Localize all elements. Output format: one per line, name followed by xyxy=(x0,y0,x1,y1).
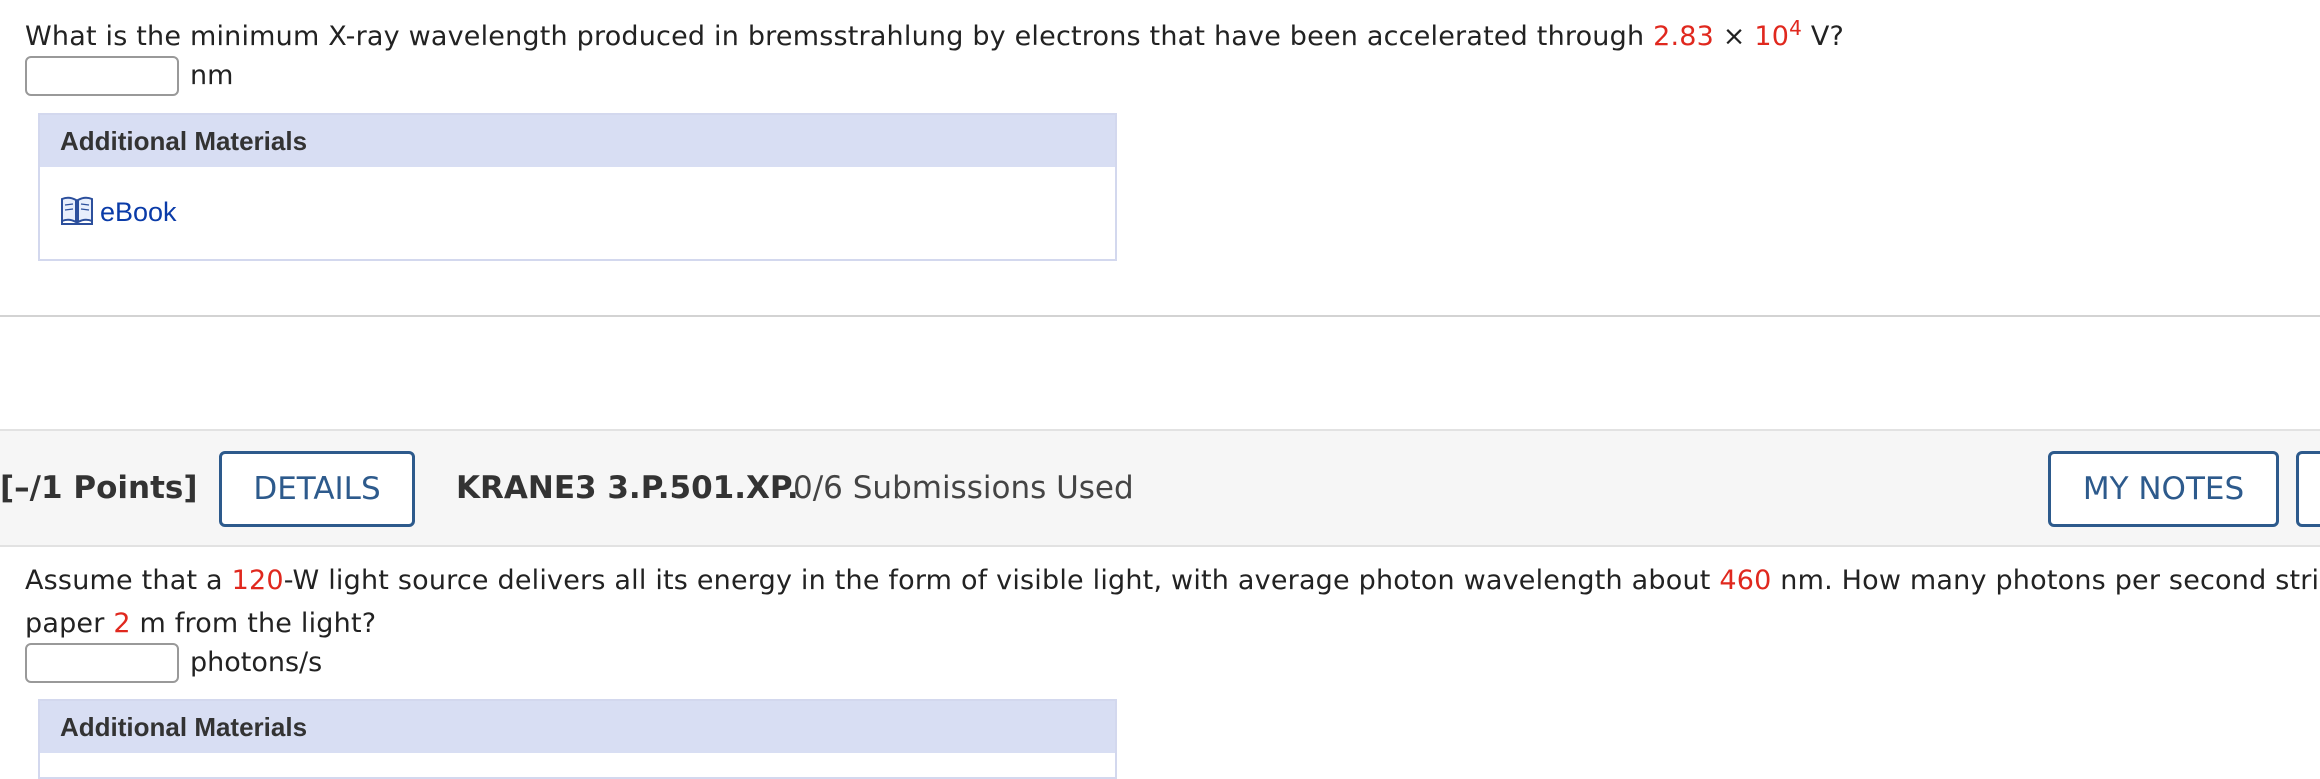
details-button[interactable]: DETAILS xyxy=(219,451,415,527)
additional-materials-panel-2: Additional Materials xyxy=(38,699,1117,779)
photon-wavelength-value: 460 xyxy=(1719,565,1772,596)
wavelength-unit: nm xyxy=(190,60,234,91)
voltage-base: 10 xyxy=(1754,21,1790,52)
question-2-text-line2: paper 2 m from the light? xyxy=(25,608,377,639)
question-2-header-bar: [–/1 Points] DETAILS KRANE3 3.P.501.XP. … xyxy=(0,429,2320,547)
additional-materials-header: Additional Materials xyxy=(40,115,1115,167)
ask-teacher-button[interactable] xyxy=(2296,451,2320,527)
my-notes-button[interactable]: MY NOTES xyxy=(2048,451,2279,527)
additional-materials-header-2: Additional Materials xyxy=(40,701,1115,753)
photons-unit: photons/s xyxy=(190,647,323,678)
ebook-label: eBook xyxy=(100,196,177,227)
section-divider xyxy=(0,315,2320,317)
ebook-link[interactable]: eBook xyxy=(60,195,177,229)
wavelength-answer-input[interactable] xyxy=(25,56,179,96)
additional-materials-panel: Additional Materials eBook xyxy=(38,113,1117,261)
question-2-text-line1: Assume that a 120-W light source deliver… xyxy=(25,565,2320,596)
distance-value: 2 xyxy=(113,608,131,639)
voltage-mantissa: 2.83 xyxy=(1653,21,1714,52)
power-value: 120 xyxy=(231,565,284,596)
question-1-text: What is the minimum X-ray wavelength pro… xyxy=(25,16,1845,52)
problem-code: KRANE3 3.P.501.XP. xyxy=(456,470,799,506)
points-label: [–/1 Points] xyxy=(0,470,198,506)
book-icon xyxy=(60,195,94,229)
photons-answer-input[interactable] xyxy=(25,643,179,683)
submissions-used: 0/6 Submissions Used xyxy=(793,470,1134,506)
voltage-exponent: 4 xyxy=(1789,16,1803,40)
